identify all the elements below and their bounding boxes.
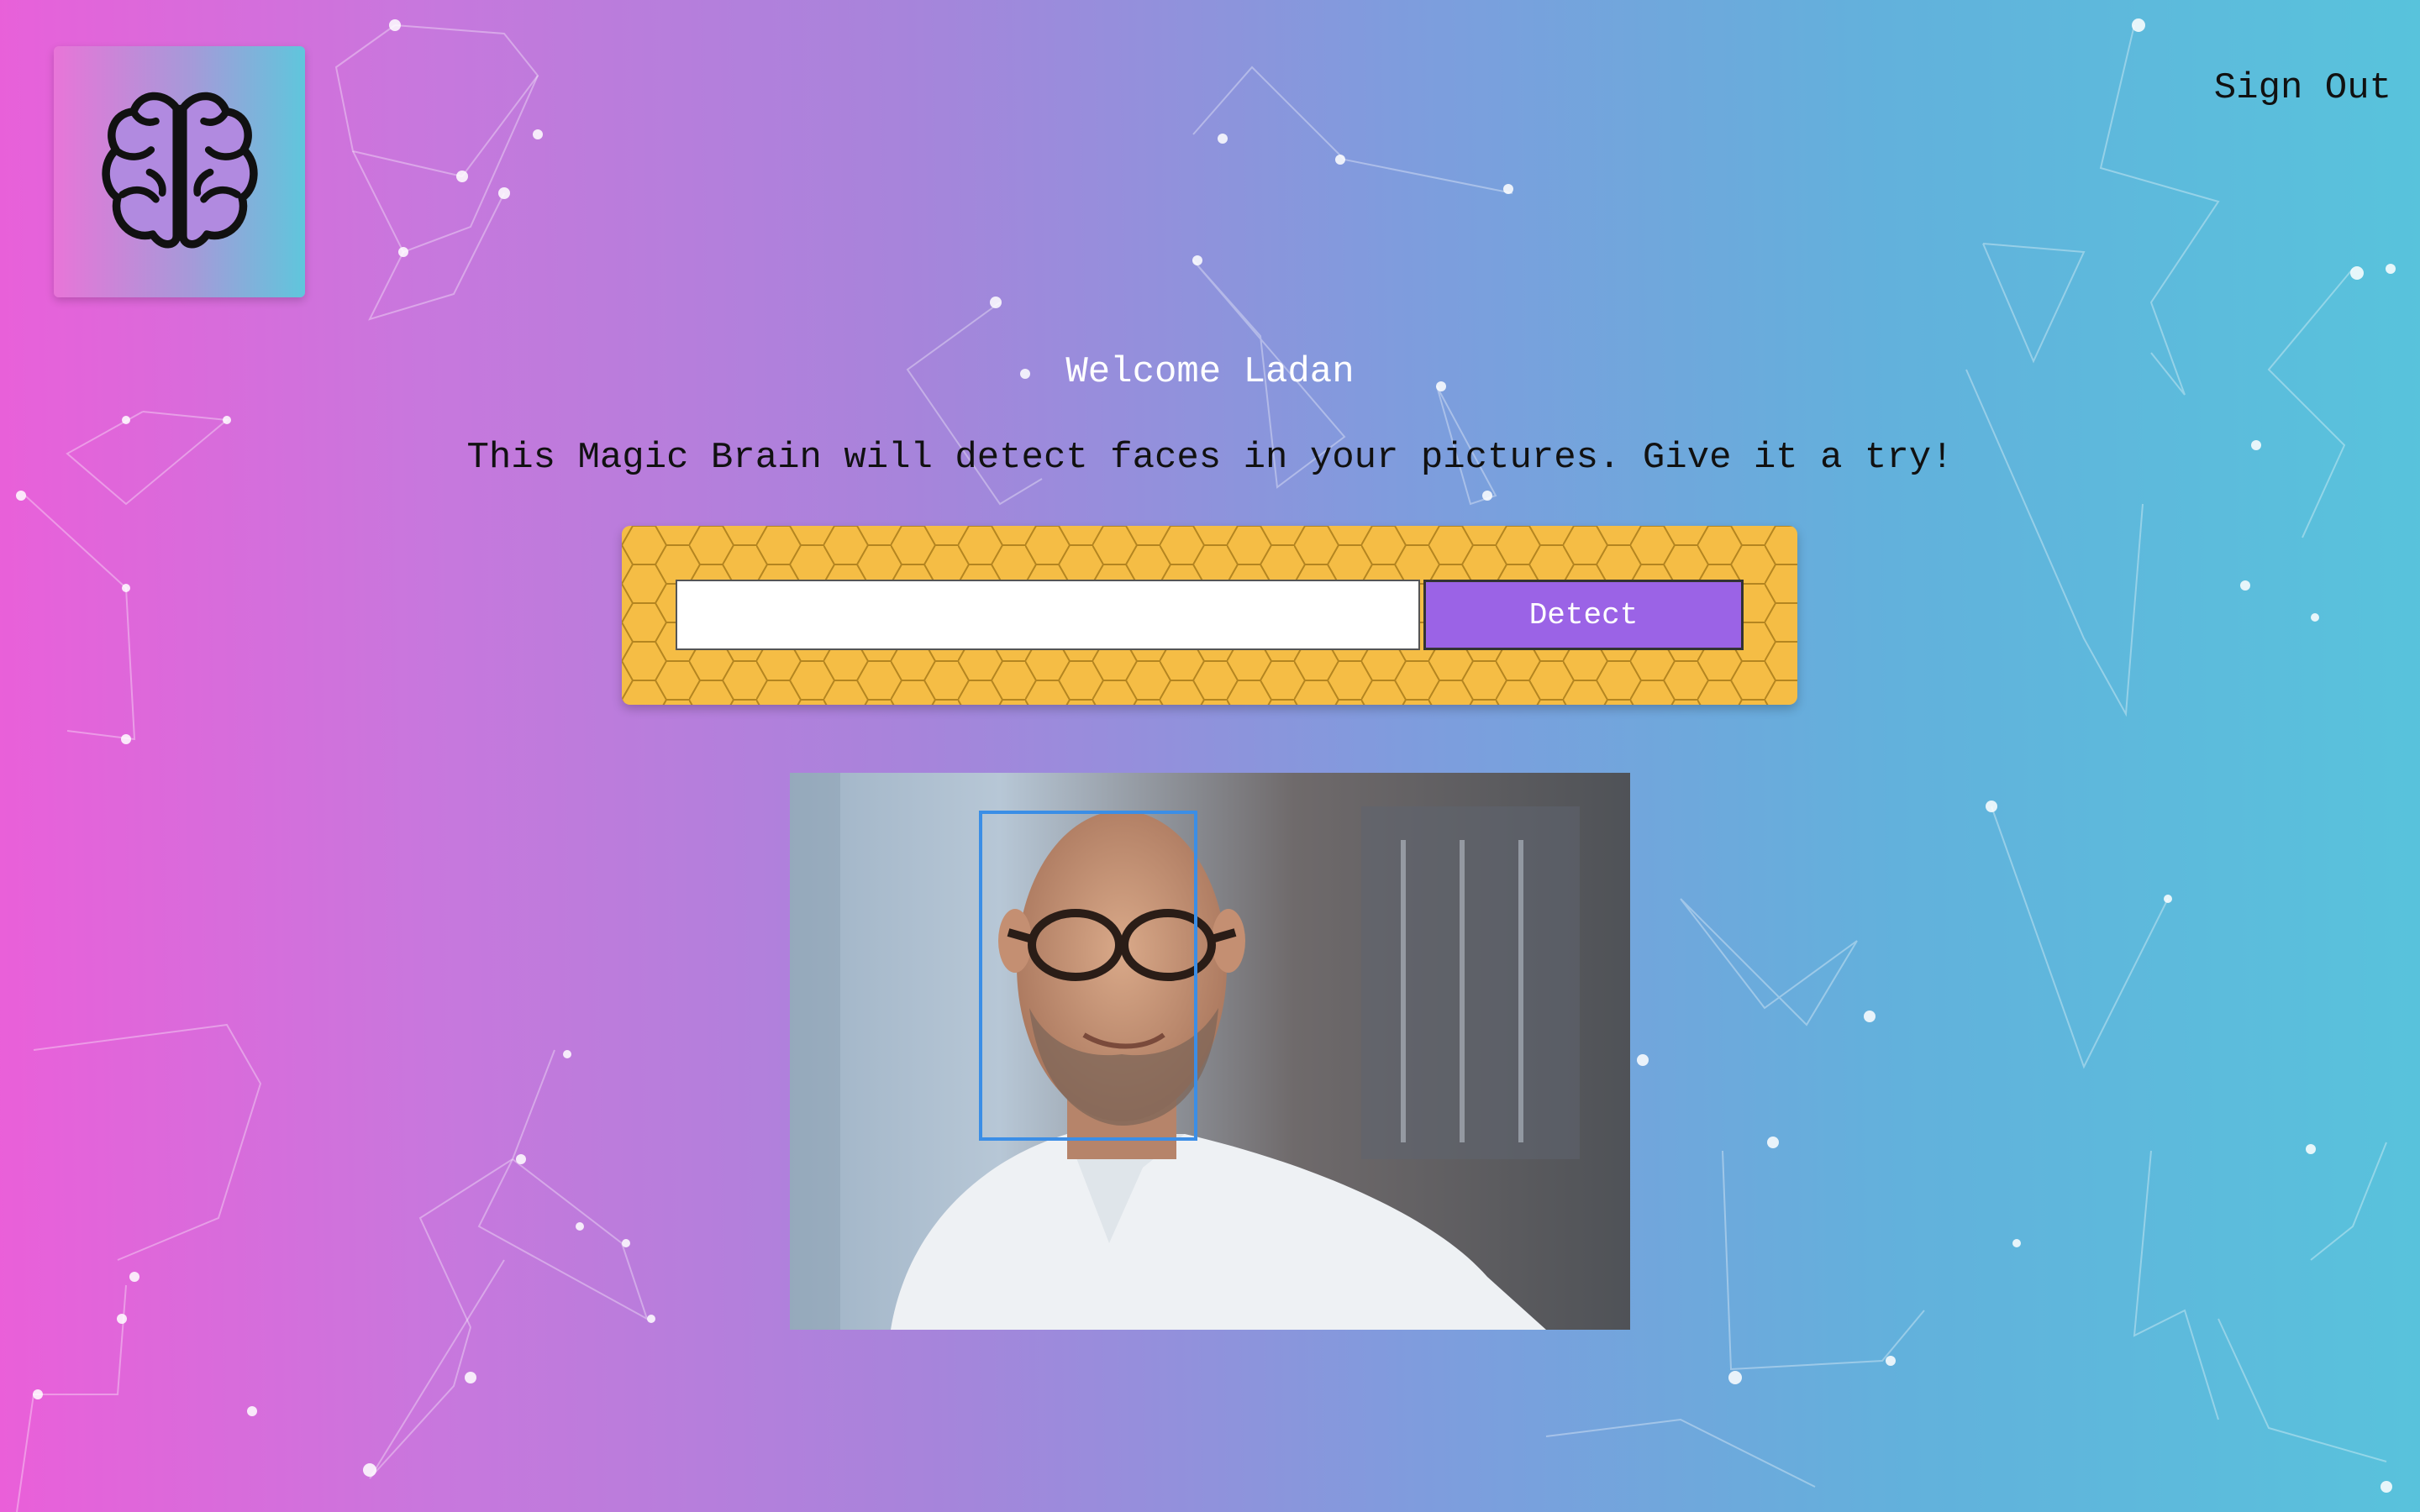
image-link-form: Detect [622, 526, 1797, 705]
welcome-message: Welcome Ladan [1065, 351, 1355, 393]
sign-out-link[interactable]: Sign Out [2214, 67, 2391, 109]
detect-button[interactable]: Detect [1423, 580, 1744, 650]
brain-icon [101, 92, 258, 248]
image-url-input[interactable] [676, 580, 1420, 650]
logo-card[interactable] [54, 46, 305, 297]
face-bounding-box [979, 811, 1197, 1141]
uploaded-photo [790, 773, 1630, 1330]
portrait-image [790, 773, 1630, 1330]
tagline-text: This Magic Brain will detect faces in yo… [466, 437, 1954, 479]
